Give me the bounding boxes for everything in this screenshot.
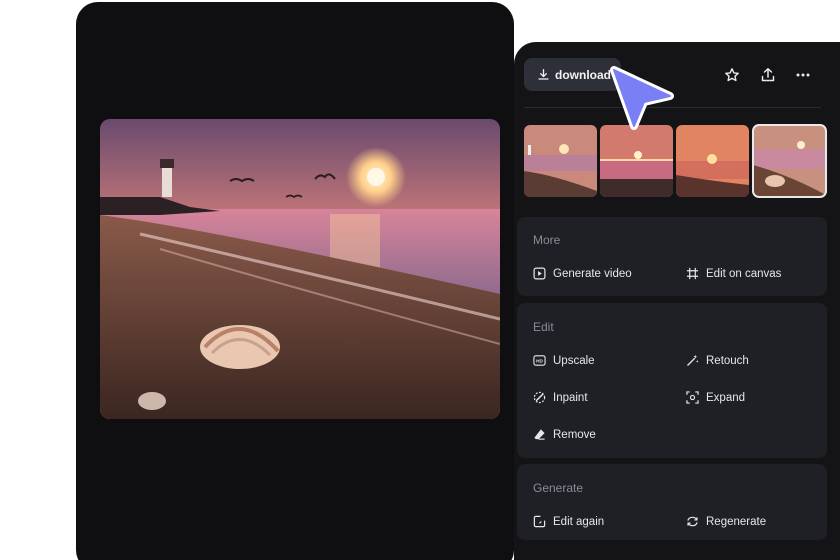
svg-text:HD: HD: [536, 359, 543, 364]
generate-video-button[interactable]: Generate video: [533, 267, 632, 280]
download-icon: [538, 68, 549, 80]
retouch-button[interactable]: Retouch: [686, 354, 749, 367]
main-image-preview[interactable]: [100, 119, 500, 419]
download-label: download: [555, 67, 611, 82]
remove-button[interactable]: Remove: [533, 428, 596, 441]
canvas-icon: [686, 267, 699, 280]
inpaint-label: Inpaint: [553, 391, 588, 404]
more-dots-icon[interactable]: [794, 66, 812, 84]
inpaint-button[interactable]: Inpaint: [533, 391, 588, 404]
thumbnail-2[interactable]: [600, 125, 673, 197]
play-icon: [533, 267, 546, 280]
magic-wand-icon: [687, 354, 699, 366]
thumbnail-strip: [524, 124, 827, 198]
sunset-beach-image: [100, 119, 500, 419]
edit-again-label: Edit again: [553, 515, 605, 528]
refresh-icon: [687, 516, 698, 527]
inpaint-icon: [533, 391, 546, 404]
upscale-label: Upscale: [553, 354, 595, 367]
expand-label: Expand: [706, 391, 746, 404]
edit-again-button[interactable]: Edit again: [533, 515, 604, 528]
generate-section: Generate Edit again Regenerate: [517, 464, 827, 540]
pointer-cursor-icon: [610, 66, 674, 130]
share-icon[interactable]: [759, 66, 777, 84]
hd-icon: HD: [533, 355, 546, 366]
regenerate-label: Regenerate: [706, 515, 767, 528]
upscale-button[interactable]: HD Upscale: [533, 354, 595, 367]
app-window: download More Generate video Edit on can…: [0, 0, 840, 560]
more-title: More: [533, 233, 561, 247]
expand-icon: [686, 391, 699, 404]
thumbnail-1[interactable]: [524, 125, 597, 197]
thumbnail-4-selected[interactable]: [752, 124, 827, 198]
edit-section: Edit HD Upscale Retouch Inpaint Expand R…: [517, 303, 827, 458]
edit-on-canvas-button[interactable]: Edit on canvas: [686, 267, 781, 280]
edit-on-canvas-label: Edit on canvas: [706, 267, 782, 280]
regenerate-button[interactable]: Regenerate: [686, 515, 766, 528]
retouch-label: Retouch: [706, 354, 749, 367]
more-section: More Generate video Edit on canvas: [517, 217, 827, 296]
download-button[interactable]: download: [524, 58, 621, 91]
edit-again-icon: [533, 515, 546, 528]
remove-label: Remove: [553, 428, 596, 441]
expand-button[interactable]: Expand: [686, 391, 745, 404]
generate-title: Generate: [533, 481, 584, 495]
edit-title: Edit: [533, 320, 554, 334]
star-icon[interactable]: [723, 66, 741, 84]
thumbnail-3[interactable]: [676, 125, 749, 197]
eraser-icon: [534, 429, 545, 440]
generate-video-label: Generate video: [553, 267, 632, 280]
